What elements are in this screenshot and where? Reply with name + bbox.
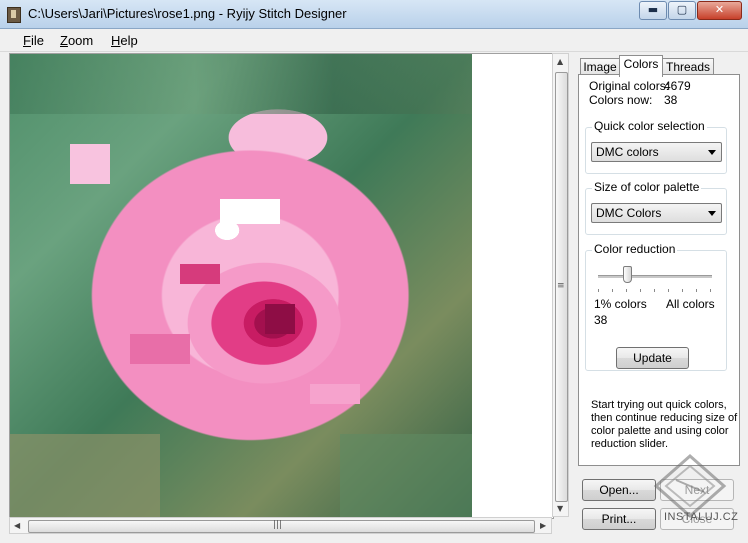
slider-max-label: All colors: [666, 297, 715, 311]
image-viewport[interactable]: [9, 53, 554, 519]
chevron-down-icon: [708, 150, 716, 155]
palette-size-title: Size of color palette: [592, 180, 702, 194]
chevron-down-icon: [708, 211, 716, 216]
slider-tick: [682, 289, 683, 292]
original-colors-label: Original colors:: [589, 79, 670, 93]
colors-now-value: 38: [664, 93, 678, 107]
palette-size-select[interactable]: DMC Colors: [591, 203, 722, 223]
menu-help[interactable]: Help: [111, 33, 138, 48]
close-icon: ✕: [714, 3, 725, 16]
scroll-left-icon[interactable]: ◀: [14, 521, 20, 530]
update-button[interactable]: Update: [616, 347, 689, 369]
app-window: C:\Users\Jari\Pictures\rose1.png - Ryijy…: [0, 0, 748, 543]
quick-color-select[interactable]: DMC colors: [591, 142, 722, 162]
window-controls: ▬ ▢ ✕: [638, 1, 742, 20]
scroll-down-icon[interactable]: ▼: [557, 504, 563, 513]
menu-zoom[interactable]: Zoom: [60, 33, 93, 48]
color-reduction-title: Color reduction: [592, 242, 678, 256]
maximize-button[interactable]: ▢: [668, 1, 696, 20]
scroll-up-icon[interactable]: ▲: [557, 57, 563, 66]
minimize-button[interactable]: ▬: [639, 1, 667, 20]
app-icon[interactable]: [7, 7, 21, 23]
colors-now-label: Colors now:: [589, 93, 653, 107]
slider-tick: [612, 289, 613, 292]
slider-tick: [710, 289, 711, 292]
quick-color-title: Quick color selection: [592, 119, 707, 133]
slider-tick: [598, 289, 599, 292]
quick-color-group: Quick color selection DMC colors: [585, 119, 727, 174]
horizontal-scroll-thumb[interactable]: |||: [28, 520, 535, 533]
reduction-slider-track[interactable]: [598, 275, 712, 278]
minimize-icon: ▬: [647, 3, 659, 16]
grip-icon: ≡: [557, 281, 565, 291]
slider-tick: [668, 289, 669, 292]
horizontal-scrollbar[interactable]: ◀ ||| ▶: [9, 517, 552, 534]
menu-file[interactable]: File: [23, 33, 44, 48]
window-title: C:\Users\Jari\Pictures\rose1.png - Ryijy…: [28, 6, 347, 21]
hgrip-icon: |||: [273, 520, 283, 530]
title-bar[interactable]: C:\Users\Jari\Pictures\rose1.png - Ryijy…: [0, 0, 748, 29]
vertical-scrollbar[interactable]: ▲ ≡ ▼: [552, 53, 569, 517]
tab-colors[interactable]: Colors: [619, 55, 663, 77]
rose-pixel-image: [10, 54, 472, 518]
slider-current-value: 38: [594, 313, 608, 327]
color-reduction-group: Color reduction 1% colors All colors 38 …: [585, 242, 727, 371]
colors-tab-page: Original colors: 4679 Colors now: 38 Qui…: [578, 74, 740, 466]
slider-min-label: 1% colors: [594, 297, 647, 311]
slider-tick: [626, 289, 627, 292]
maximize-icon: ▢: [676, 3, 688, 16]
slider-tick: [654, 289, 655, 292]
scroll-right-icon[interactable]: ▶: [540, 521, 546, 530]
reduction-slider-thumb[interactable]: [622, 266, 632, 283]
original-colors-value: 4679: [664, 79, 691, 93]
palette-size-value: DMC Colors: [596, 206, 662, 220]
slider-tick: [696, 289, 697, 292]
watermark-text: INSTALUJ.CZ: [664, 511, 739, 523]
menu-bar: File Zoom Help: [0, 29, 748, 52]
quick-color-value: DMC colors: [596, 145, 659, 159]
vertical-scroll-thumb[interactable]: ≡: [555, 72, 568, 502]
palette-size-group: Size of color palette DMC Colors: [585, 180, 727, 235]
help-text: Start trying out quick colors, then cont…: [591, 399, 738, 450]
settings-panel: Image Colors Threads Original colors: 46…: [576, 53, 742, 467]
open-button[interactable]: Open...: [582, 479, 656, 501]
print-button[interactable]: Print...: [582, 508, 656, 530]
slider-tick: [640, 289, 641, 292]
close-window-button[interactable]: ✕: [697, 1, 742, 20]
